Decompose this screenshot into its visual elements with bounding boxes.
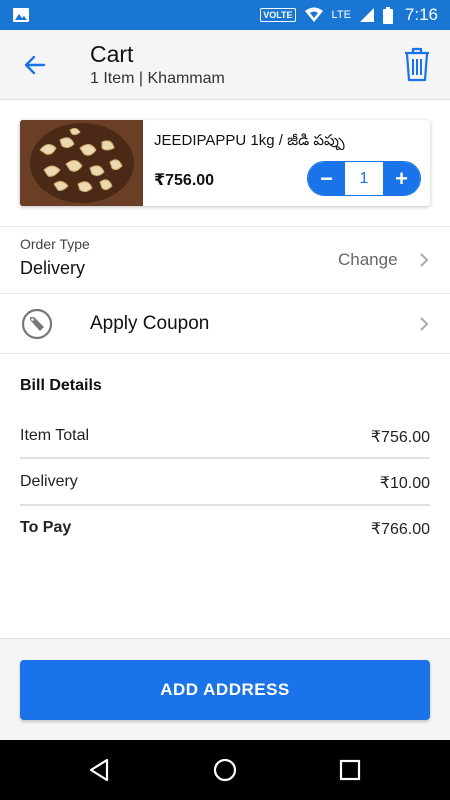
volte-badge: VOLTE [260,8,296,22]
page-subtitle: 1 Item | Khammam [90,70,225,87]
chevron-right-icon [420,317,429,331]
wifi-icon [304,7,323,22]
divider [0,226,450,227]
bill-row-label: Item Total [20,427,90,444]
page-title: Cart [90,41,134,67]
divider [20,504,430,506]
tag-icon [21,308,53,340]
bill-row-to-pay: To Pay ₹766.00 [20,519,430,539]
to-pay-amount: ₹766.00 [370,521,430,538]
clock: 7:16 [404,5,438,24]
home-circle-icon[interactable] [211,756,239,784]
signal-icon [359,8,374,22]
cart-item-card: JEEDIPAPPU 1kg / జీడి పప్పు ₹756.00 − 1 … [20,120,430,206]
change-order-type-link[interactable]: Change [338,250,398,270]
lte-label: LTE [331,9,351,21]
trash-icon[interactable] [402,46,432,82]
bill-row-amount: ₹756.00 [370,429,430,446]
bill-row-amount: ₹10.00 [379,475,430,492]
chevron-right-icon [420,253,429,267]
back-triangle-icon[interactable] [85,756,113,784]
status-bar: VOLTE LTE 7:16 [0,0,450,30]
decrement-button[interactable]: − [308,162,345,195]
footer-bar: ADD ADDRESS [0,638,450,740]
product-price: ₹756.00 [154,172,215,189]
bill-row-item-total: Item Total ₹756.00 [20,427,430,447]
quantity-value: 1 [359,169,369,187]
increment-button[interactable]: + [383,162,420,195]
product-name: JEEDIPAPPU 1kg / జీడి పప్పు [154,132,345,149]
arrow-left-icon[interactable] [22,52,48,78]
product-image [20,120,143,206]
bill-row-delivery: Delivery ₹10.00 [20,473,430,493]
divider [0,353,450,354]
divider [0,293,450,294]
quantity-stepper: − 1 + [307,161,421,196]
to-pay-label: To Pay [20,519,72,536]
add-address-button[interactable]: ADD ADDRESS [20,660,430,720]
system-nav-bar [0,740,450,800]
battery-icon [382,6,393,24]
order-type-value: Delivery [20,258,86,278]
order-type-label: Order Type [20,236,90,252]
bill-row-label: Delivery [20,473,78,490]
divider [20,457,430,459]
app-header: Cart 1 Item | Khammam [0,30,450,100]
image-notification-icon [13,8,29,22]
recents-square-icon[interactable] [336,756,364,784]
apply-coupon-label: Apply Coupon [90,313,210,334]
bill-details-title: Bill Details [20,377,102,394]
